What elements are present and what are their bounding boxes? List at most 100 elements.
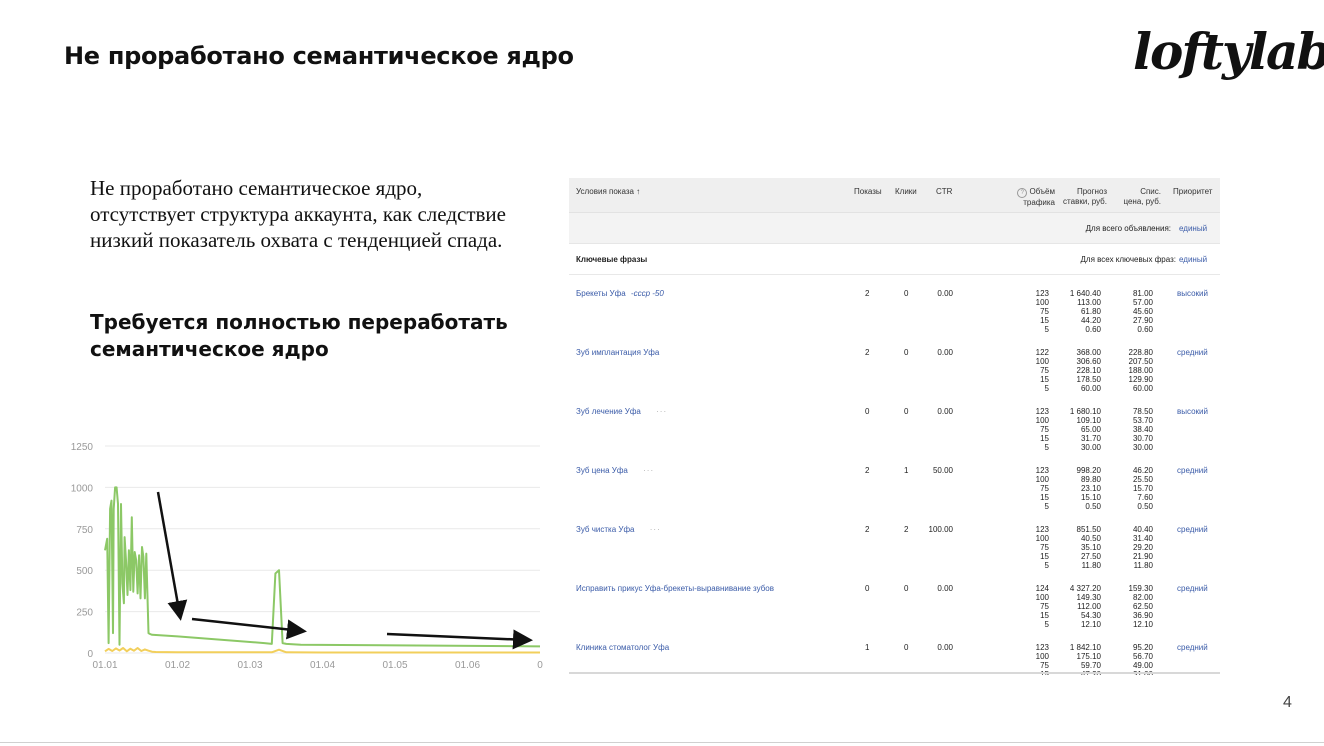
more-icon[interactable]: ··· <box>650 525 661 534</box>
reach-line-chart: 025050075010001250 01.01 01.02 01.03 01.04 0… <box>71 442 543 671</box>
forecast-value: 998.20 <box>1076 466 1101 475</box>
y-axis-ticks: 0 250 500 750 1000 1250 <box>71 442 94 660</box>
table-row: Брекеты Уфа -ссср -50 2 0 0.00 123 100 75 15 5 1 … <box>569 275 1220 334</box>
table-row: Исправить прикус Уфа-брекеты-выравнивани… <box>569 570 1220 629</box>
col-impressions[interactable]: Показы <box>854 187 882 197</box>
table-bottom-rule <box>569 672 1220 674</box>
traffic-value: 75 <box>1040 661 1049 670</box>
charge-value: 36.90 <box>1132 611 1153 620</box>
impressions-cell: 0 <box>865 584 870 593</box>
charge-value: 95.20 <box>1132 643 1153 652</box>
forecast-value: 59.70 <box>1080 661 1101 670</box>
forecast-stack: 1 842.10175.1059.7047.20 <box>1053 643 1101 675</box>
forecast-value: 60.00 <box>1080 384 1101 393</box>
forecast-value: 65.00 <box>1080 425 1101 434</box>
traffic-stack: 1231007515 <box>1021 643 1049 675</box>
col-conditions[interactable]: Условия показа ↑ <box>576 187 640 197</box>
forecast-stack: 368.00 306.60 228.10 178.50 60.00 <box>1053 348 1101 393</box>
priority-cell[interactable]: средний <box>1177 643 1208 652</box>
charge-value: 38.40 <box>1132 425 1153 434</box>
charge-value: 159.30 <box>1128 584 1153 593</box>
forecast-value: 61.80 <box>1080 307 1101 316</box>
impressions-cell: 2 <box>865 348 870 357</box>
charge-stack: 81.00 57.00 45.60 27.90 0.60 <box>1109 289 1153 334</box>
keyword-link[interactable]: Зуб имплантация Уфа <box>576 348 659 357</box>
forecast-value: 1 680.10 <box>1069 407 1101 416</box>
forecast-value: 113.00 <box>1077 298 1101 307</box>
clicks-cell: 0 <box>904 584 909 593</box>
col-clicks[interactable]: Клики <box>895 187 917 197</box>
traffic-value: 15 <box>1040 434 1049 443</box>
keyword-link[interactable]: Клиника стоматолог Уфа <box>576 643 669 652</box>
more-icon[interactable]: ··· <box>643 466 654 475</box>
col-priority[interactable]: Приоритет <box>1173 187 1212 197</box>
ad-settings-row: Для всего объявления: единый <box>569 213 1220 244</box>
traffic-value: 75 <box>1040 307 1049 316</box>
traffic-value: 15 <box>1040 611 1049 620</box>
group-priority-value[interactable]: единый <box>1179 255 1207 264</box>
charge-value: 11.80 <box>1133 561 1153 570</box>
col-traffic-line1: Объём <box>1029 187 1056 196</box>
forecast-stack: 851.50 40.50 35.10 27.50 11.80 <box>1053 525 1101 570</box>
clicks-cell: 2 <box>904 525 909 534</box>
traffic-value: 15 <box>1040 375 1049 384</box>
traffic-value: 75 <box>1040 366 1049 375</box>
ctr-cell: 0.00 <box>937 348 953 357</box>
x-tick-label: 01.05 <box>382 660 407 671</box>
col-forecast[interactable]: Прогноз ставки, руб. <box>1063 187 1107 207</box>
priority-cell[interactable]: средний <box>1177 584 1208 593</box>
chart-gridlines <box>105 445 540 654</box>
traffic-value: 5 <box>1044 443 1049 452</box>
forecast-stack: 1 680.10 109.10 65.00 31.70 30.00 <box>1053 407 1101 452</box>
keyword-link[interactable]: Зуб цена Уфа <box>576 466 628 475</box>
col-traffic[interactable]: ? Объём трафика <box>1017 187 1055 208</box>
keyword-link[interactable]: Исправить прикус Уфа-брекеты-выравнивани… <box>576 584 774 593</box>
keyword-link[interactable]: Зуб лечение Уфа <box>576 407 641 416</box>
charge-stack: 228.80 207.50 188.00 129.90 60.00 <box>1109 348 1153 393</box>
impressions-cell: 1 <box>865 643 870 652</box>
forecast-value: 11.80 <box>1081 561 1101 570</box>
priority-cell[interactable]: высокий <box>1177 407 1208 416</box>
forecast-value: 0.60 <box>1085 325 1101 334</box>
traffic-value: 123 <box>1035 525 1049 534</box>
col-ctr[interactable]: CTR <box>936 187 952 197</box>
forecast-value: 178.50 <box>1076 375 1101 384</box>
forecast-value: 44.20 <box>1080 316 1101 325</box>
forecast-value: 54.30 <box>1080 611 1101 620</box>
page-number: 4 <box>1283 694 1292 711</box>
keyword-cell: Зуб лечение Уфа ··· <box>576 407 667 416</box>
traffic-value: 100 <box>1035 593 1049 602</box>
charge-value: 228.80 <box>1128 348 1153 357</box>
keyword-link[interactable]: Зуб чистка Уфа <box>576 525 635 534</box>
priority-cell[interactable]: средний <box>1177 525 1208 534</box>
charge-value: 82.00 <box>1132 593 1153 602</box>
y-tick-label: 500 <box>76 566 93 577</box>
priority-cell[interactable]: высокий <box>1177 289 1208 298</box>
forecast-stack: 998.20 89.80 23.10 15.10 0.50 <box>1053 466 1101 511</box>
keywords-table: Условия показа ↑ Показы Клики CTR ? Объё… <box>569 178 1220 675</box>
col-charge[interactable]: Спис. цена, руб. <box>1119 187 1161 207</box>
traffic-value: 75 <box>1040 602 1049 611</box>
forecast-value: 306.60 <box>1076 357 1101 366</box>
charge-value: 57.00 <box>1132 298 1153 307</box>
forecast-value: 112.00 <box>1077 602 1101 611</box>
col-charge-line2: цена, руб. <box>1123 197 1161 206</box>
traffic-value: 15 <box>1040 552 1049 561</box>
table-row: Зуб лечение Уфа ··· 0 0 0.00 123 100 75 15 5 1 68… <box>569 393 1220 452</box>
trend-arrow <box>156 491 188 621</box>
traffic-value: 100 <box>1035 298 1049 307</box>
x-tick-label: 01.01 <box>92 660 117 671</box>
y-tick-label: 0 <box>87 649 93 660</box>
more-icon[interactable]: ··· <box>656 407 667 416</box>
ad-priority-value[interactable]: единый <box>1179 224 1207 233</box>
priority-cell[interactable]: средний <box>1177 466 1208 475</box>
keyword-link[interactable]: Брекеты Уфа <box>576 289 626 298</box>
help-icon[interactable]: ? <box>1017 188 1028 198</box>
clicks-cell: 0 <box>904 289 909 298</box>
priority-cell[interactable]: средний <box>1177 348 1208 357</box>
traffic-value: 100 <box>1035 416 1049 425</box>
y-tick-label: 1250 <box>71 442 94 453</box>
traffic-value: 123 <box>1035 289 1049 298</box>
minus-words[interactable]: -ссср -50 <box>631 289 664 298</box>
forecast-value: 1 842.10 <box>1069 643 1101 652</box>
